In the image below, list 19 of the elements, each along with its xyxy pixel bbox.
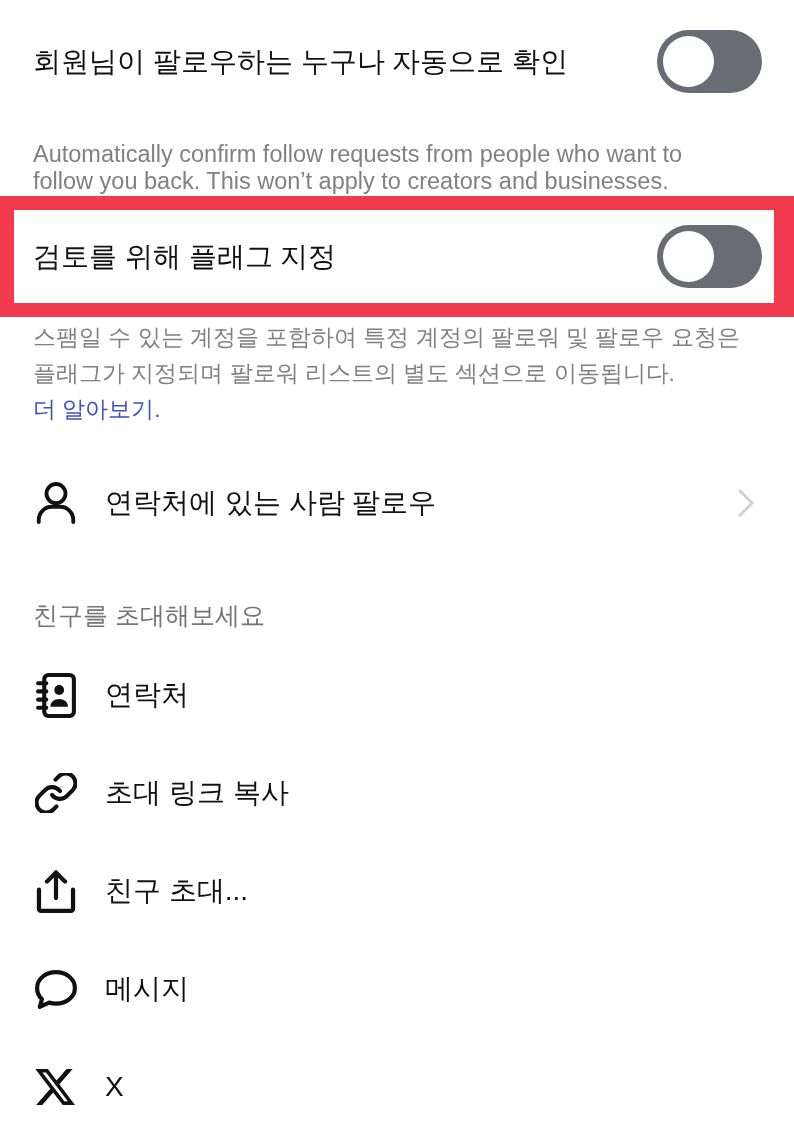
chevron-right-icon <box>738 489 754 517</box>
invite-option[interactable]: 연락처 <box>35 671 189 719</box>
setting-description: Automatically confirm follow requests from people who want to follow you back. This won’t apply to creators and businesses. <box>32 141 684 195</box>
speech-bubble-icon <box>35 969 77 1009</box>
share-icon <box>35 869 77 913</box>
person-icon <box>35 482 77 524</box>
invite-option[interactable]: X <box>35 1063 124 1111</box>
setting-label: 회원님이 팔로우하는 누구나 자동으로 확인 <box>33 44 569 79</box>
invite-option[interactable]: 친구 초대... <box>35 867 249 915</box>
setting-description: 스팸일 수 있는 계정을 포함하여 특정 계정의 팔로워 및 팔로우 요청은 플래그가 지정되며 팔로워 리스트의 별도 섹션으로 이동됩니다. 더 알아보기. <box>32 324 741 424</box>
invite-option[interactable]: 메시지 <box>35 965 189 1013</box>
learn-more-link[interactable]: 더 알아보기. <box>33 397 161 422</box>
menu-row[interactable]: 연락처에 있는 사람 팔로우 <box>0 478 794 528</box>
x-logo-icon <box>35 1069 77 1105</box>
invite-option[interactable]: 초대 링크 복사 <box>35 769 289 817</box>
link-icon <box>35 773 77 813</box>
section-title: 친구를 초대해보세요 <box>32 601 266 631</box>
setting-label: 검토를 위해 플래그 지정 <box>33 239 337 274</box>
contact-book-icon <box>35 672 77 718</box>
